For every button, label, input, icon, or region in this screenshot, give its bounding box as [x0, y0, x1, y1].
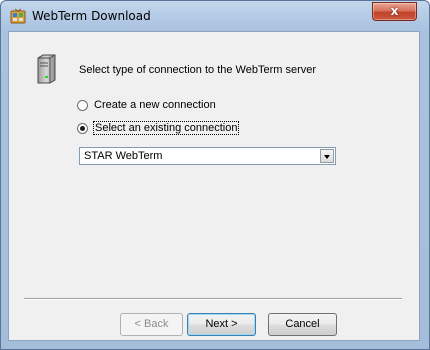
radio-select-existing[interactable]	[77, 122, 88, 134]
connection-select[interactable]: STAR WebTerm	[79, 147, 336, 165]
header-text: Select type of connection to the WebTerm…	[79, 64, 317, 76]
radio-create-new[interactable]	[77, 99, 88, 111]
close-button[interactable]: x	[372, 2, 417, 21]
back-button[interactable]: < Back	[120, 313, 183, 336]
close-icon: x	[390, 4, 399, 18]
title-bar[interactable]: WebTerm Download x	[1, 1, 429, 31]
option-create-new[interactable]: Create a new connection	[77, 98, 216, 112]
next-button[interactable]: Next >	[187, 313, 256, 336]
dialog-content: Select type of connection to the WebTerm…	[8, 31, 420, 341]
option-select-existing[interactable]: Select an existing connection	[77, 121, 240, 135]
option-label-create-new: Create a new connection	[94, 99, 216, 111]
app-icon	[10, 8, 26, 24]
footer-separator	[24, 298, 402, 300]
window-title: WebTerm Download	[32, 9, 151, 23]
server-icon	[37, 54, 56, 84]
connection-select-value: STAR WebTerm	[84, 150, 163, 162]
cancel-button[interactable]: Cancel	[268, 313, 337, 336]
option-label-select-existing: Select an existing connection	[92, 121, 240, 135]
chevron-down-icon[interactable]	[320, 149, 334, 163]
dialog-window: WebTerm Download x Select type of connec…	[0, 0, 430, 350]
